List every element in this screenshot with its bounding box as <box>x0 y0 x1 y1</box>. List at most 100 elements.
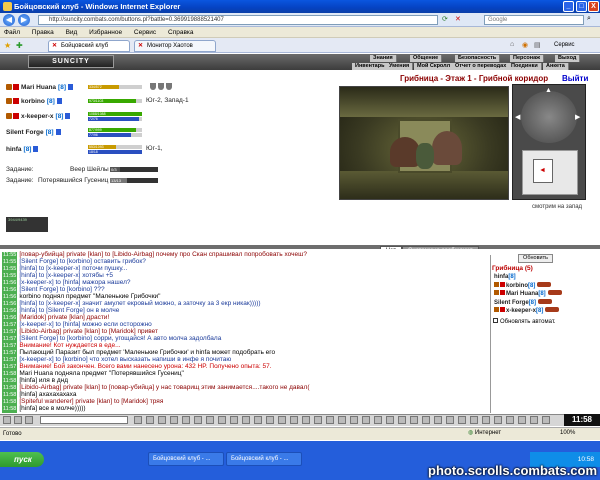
address-input[interactable]: http://suncity.combats.com/buttons.pl?ba… <box>38 15 438 25</box>
toolbar-icon[interactable] <box>326 416 334 424</box>
player-name[interactable]: x-keeper-x <box>21 113 54 120</box>
tab-chaos-monitor[interactable]: ✕ Монитор Хаотов <box>134 40 216 52</box>
list-item[interactable]: hinfa[8] <box>494 273 516 281</box>
toolbar-icon[interactable] <box>218 416 226 424</box>
toolbar-icon[interactable] <box>338 416 346 424</box>
player-name[interactable]: Mari Huana <box>21 84 56 91</box>
filter-icon[interactable] <box>25 416 33 424</box>
toolbar-icon[interactable] <box>422 416 430 424</box>
toolbar-icon[interactable] <box>290 416 298 424</box>
send-icon[interactable] <box>134 416 142 424</box>
nav-security[interactable]: Безопасность <box>455 55 501 62</box>
menu-file[interactable]: Файл <box>4 29 20 36</box>
toolbar-icon[interactable] <box>542 416 550 424</box>
refresh-icon[interactable]: ⟳ <box>442 15 448 23</box>
arrow-up-icon[interactable]: ▲ <box>545 87 552 94</box>
toolbar-icon[interactable] <box>278 416 286 424</box>
toolbar-icon[interactable] <box>398 416 406 424</box>
list-item[interactable]: Silent Forge[8] <box>494 299 553 307</box>
toolbar-icon[interactable] <box>350 416 358 424</box>
player-row[interactable]: korbino [8] <box>6 97 62 107</box>
toolbar-icon[interactable] <box>242 416 250 424</box>
toolbar-icon[interactable] <box>158 416 166 424</box>
nav-transfer-report[interactable]: Отчет о переводах <box>452 63 511 70</box>
info-icon[interactable] <box>65 113 71 120</box>
taskbar-item[interactable]: Бойцовский клуб - ... <box>148 452 224 466</box>
chat-input[interactable] <box>40 416 128 424</box>
auto-refresh-checkbox[interactable]: Обновлять автомат. <box>493 318 556 325</box>
nav-my-scroll[interactable]: Мой Скролл <box>414 63 455 70</box>
nav-exit[interactable]: Выход <box>555 55 581 62</box>
exit-link[interactable]: Выйти <box>562 74 588 83</box>
toolbar-icon[interactable] <box>254 416 262 424</box>
monster-figure[interactable] <box>416 143 434 169</box>
add-favorite-icon[interactable]: ✚ <box>16 41 23 50</box>
info-icon[interactable] <box>55 129 61 136</box>
nav-profile[interactable]: Анкета <box>543 63 569 70</box>
toolbar-icon[interactable] <box>494 416 502 424</box>
player-name[interactable]: korbino <box>21 98 45 105</box>
forward-icon[interactable]: ▶ <box>18 14 30 26</box>
menu-view[interactable]: Вид <box>66 29 78 36</box>
toolbar-icon[interactable] <box>230 416 238 424</box>
player-row[interactable]: hinfa [8] <box>6 145 39 155</box>
nav-battles[interactable]: Поединки <box>508 63 542 70</box>
nav-inventory[interactable]: Инвентарь <box>352 63 389 70</box>
list-item[interactable]: korbino[8] <box>494 282 552 290</box>
print-icon[interactable]: ▤ <box>534 41 541 49</box>
start-button[interactable]: пуск <box>0 452 44 467</box>
toolbar-icon[interactable] <box>530 416 538 424</box>
toolbar-icon[interactable] <box>482 416 490 424</box>
player-row[interactable]: Silent Forge [8] <box>6 128 61 138</box>
taskbar-item[interactable]: Бойцовский клуб - ... <box>226 452 302 466</box>
toolbar-icon[interactable] <box>458 416 466 424</box>
tab-fight-club[interactable]: ✕ Бойцовский клуб <box>48 40 130 52</box>
checkbox-icon[interactable] <box>493 318 498 323</box>
nav-skills[interactable]: Умения <box>386 63 414 70</box>
toolbar-icon[interactable] <box>266 416 274 424</box>
player-name[interactable]: hinfa <box>6 146 22 153</box>
menu-favorites[interactable]: Избранное <box>89 29 122 36</box>
clear-icon[interactable] <box>14 416 22 424</box>
back-icon[interactable]: ◀ <box>3 14 15 26</box>
nav-knowledge[interactable]: Знания <box>370 55 397 62</box>
player-name[interactable]: Silent Forge <box>6 129 44 136</box>
info-icon[interactable] <box>56 98 62 105</box>
home-icon[interactable]: ⌂ <box>510 41 514 48</box>
minimize-button[interactable]: _ <box>563 1 574 12</box>
list-item[interactable]: x-keeper-x[8] <box>494 307 560 315</box>
list-item[interactable]: Mari Huana[8] <box>494 290 562 298</box>
close-button[interactable]: X <box>588 1 599 12</box>
toolbar-icon[interactable] <box>374 416 382 424</box>
toolbar-icon[interactable] <box>446 416 454 424</box>
toolbar-icon[interactable] <box>146 416 154 424</box>
toolbar-icon[interactable] <box>506 416 514 424</box>
nav-communication[interactable]: Общение <box>410 55 443 62</box>
toolbar-icon[interactable] <box>470 416 478 424</box>
toolbar-icon[interactable] <box>194 416 202 424</box>
tools-menu[interactable]: Сервис <box>554 42 575 48</box>
nav-character[interactable]: Персонаж <box>510 55 545 62</box>
info-icon[interactable] <box>68 84 73 91</box>
refresh-button[interactable]: Обновить <box>518 254 553 263</box>
toolbar-icon[interactable] <box>170 416 178 424</box>
toolbar-icon[interactable] <box>314 416 322 424</box>
smile-icon[interactable] <box>3 416 11 424</box>
toolbar-icon[interactable] <box>362 416 370 424</box>
zoom-level[interactable]: 100% <box>560 428 575 439</box>
toolbar-icon[interactable] <box>518 416 526 424</box>
menu-tools[interactable]: Сервис <box>134 29 156 36</box>
toolbar-icon[interactable] <box>434 416 442 424</box>
monster-figure[interactable] <box>432 131 462 165</box>
search-icon[interactable]: ⌕ <box>587 15 591 23</box>
stop-icon[interactable]: ✕ <box>455 15 461 23</box>
player-row[interactable]: x-keeper-x [8] <box>6 112 71 122</box>
toolbar-icon[interactable] <box>410 416 418 424</box>
info-icon[interactable] <box>33 146 39 153</box>
menu-help[interactable]: Справка <box>168 29 194 36</box>
toolbar-icon[interactable] <box>182 416 190 424</box>
toolbar-icon[interactable] <box>386 416 394 424</box>
toolbar-icon[interactable] <box>206 416 214 424</box>
menu-edit[interactable]: Правка <box>32 29 54 36</box>
arrow-left-icon[interactable]: ◀ <box>515 113 520 121</box>
